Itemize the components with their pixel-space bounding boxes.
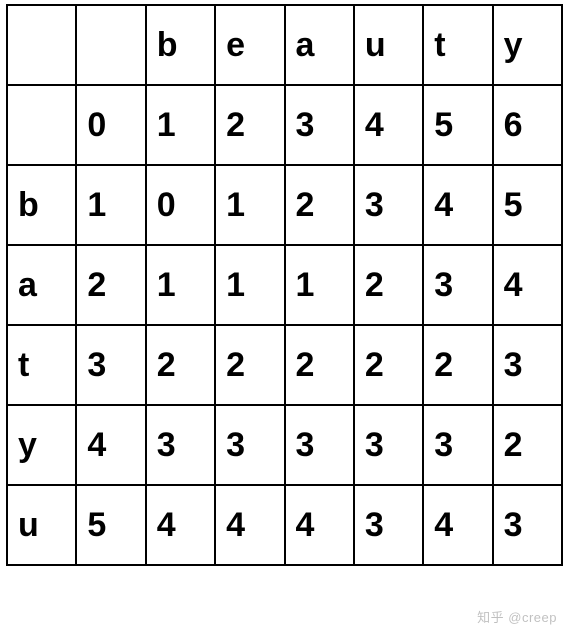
row-label: y [7,405,76,485]
value-cell: 4 [285,485,354,565]
row-index: 5 [76,485,145,565]
value-cell: 2 [354,325,423,405]
value-cell: 1 [285,245,354,325]
col-index: 5 [423,85,492,165]
row-index: 2 [76,245,145,325]
value-cell: 2 [215,325,284,405]
value-cell: 4 [423,485,492,565]
col-index: 2 [215,85,284,165]
header-letters-row: b e a u t y [7,5,562,85]
col-index: 4 [354,85,423,165]
value-cell: 4 [146,485,215,565]
row-label: u [7,485,76,565]
row-label: t [7,325,76,405]
col-index: 6 [493,85,562,165]
value-cell: 2 [493,405,562,485]
table-row: y 4 3 3 3 3 3 2 [7,405,562,485]
table-row: u 5 4 4 4 3 4 3 [7,485,562,565]
table-row: b 1 0 1 2 3 4 5 [7,165,562,245]
col-label: e [215,5,284,85]
col-label: u [354,5,423,85]
row-index: 4 [76,405,145,485]
col-index: 0 [76,85,145,165]
value-cell: 3 [354,165,423,245]
col-label: y [493,5,562,85]
value-cell: 5 [493,165,562,245]
col-label: a [285,5,354,85]
row-index: 3 [76,325,145,405]
value-cell: 2 [285,325,354,405]
value-cell: 3 [423,405,492,485]
value-cell: 4 [215,485,284,565]
value-cell: 3 [423,245,492,325]
value-cell: 3 [285,405,354,485]
value-cell: 3 [493,325,562,405]
value-cell: 4 [423,165,492,245]
col-label: t [423,5,492,85]
value-cell: 3 [493,485,562,565]
header-index-row: 0 1 2 3 4 5 6 [7,85,562,165]
table-row: t 3 2 2 2 2 2 3 [7,325,562,405]
value-cell: 1 [146,245,215,325]
value-cell: 2 [285,165,354,245]
value-cell: 4 [493,245,562,325]
col-index: 3 [285,85,354,165]
empty-cell [76,5,145,85]
value-cell: 0 [146,165,215,245]
col-label: b [146,5,215,85]
value-cell: 3 [146,405,215,485]
row-label: a [7,245,76,325]
empty-cell [7,85,76,165]
value-cell: 3 [354,405,423,485]
row-label: b [7,165,76,245]
col-index: 1 [146,85,215,165]
value-cell: 3 [354,485,423,565]
value-cell: 1 [215,165,284,245]
empty-cell [7,5,76,85]
watermark-text: 知乎 @creep [477,607,557,626]
edit-distance-table: b e a u t y 0 1 2 3 4 5 6 b 1 0 1 2 3 4 … [6,4,563,566]
row-index: 1 [76,165,145,245]
value-cell: 2 [146,325,215,405]
value-cell: 1 [215,245,284,325]
value-cell: 2 [354,245,423,325]
value-cell: 3 [215,405,284,485]
table-row: a 2 1 1 1 2 3 4 [7,245,562,325]
value-cell: 2 [423,325,492,405]
